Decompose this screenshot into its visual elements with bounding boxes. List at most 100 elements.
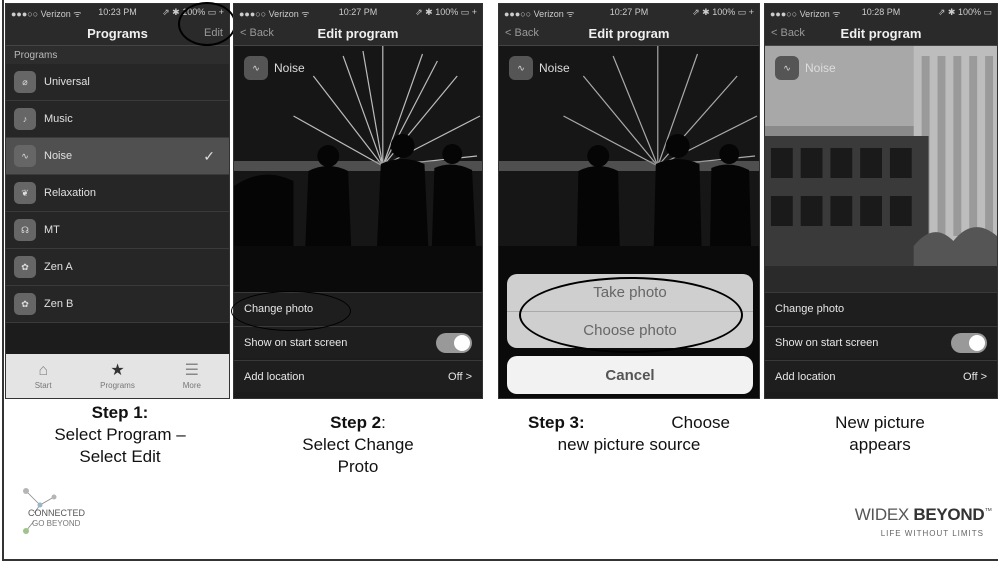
step2-heading: Step 2 [330,413,382,432]
page-title: Edit program [588,26,670,41]
show-on-start-label: Show on start screen [775,336,879,349]
program-label: Universal [44,76,90,88]
step4-line1: New picture [835,413,925,432]
step3-rest: Choose [671,413,730,432]
program-badge: ∿ Noise [775,56,836,80]
status-bar: ●●●○○ Verizon ᯤ 10:27 PM ⇗ ✱ 100% ▭ + [499,4,759,20]
tab-start[interactable]: ⌂ Start [6,354,80,398]
show-on-start-toggle[interactable] [951,332,987,353]
star-icon: ★ [110,361,125,379]
caption-step2: Step 2: Select Change Proto [258,412,458,478]
tab-label: More [182,380,201,390]
step1-heading: Step 1: [91,403,149,422]
step2-colon: : [381,413,386,432]
tab-label: Programs [100,380,135,390]
caption-step3: Step 3: Choose new picture source [518,412,740,456]
program-label: Zen B [44,298,74,310]
step2-line3: Proto [337,457,379,476]
program-item-mt[interactable]: ☊ MT [6,212,229,249]
step3-heading: Step 3: [528,413,585,432]
program-label: MT [44,224,60,236]
status-bar: ●●●○○ Verizon ᯤ 10:28 PM ⇗ ✱ 100% ▭ [765,4,997,20]
home-icon: ⌂ [38,361,48,379]
add-location-label: Add location [244,370,305,383]
cancel-button[interactable]: Cancel [507,356,753,394]
connected-logo: CONNECTED GO BEYOND [20,483,130,535]
program-name: Noise [274,61,305,75]
show-on-start-toggle[interactable] [436,332,472,353]
add-location-row[interactable]: Add location Off > [765,360,997,392]
logo-line2: GO BEYOND [32,519,81,528]
nav-bar: < Back Edit program [499,20,759,46]
status-bar: ●●●○○ Verizon ᯤ 10:27 PM ⇗ ✱ 100% ▭ + [234,4,482,20]
checkmark-icon: ✓ [203,147,215,164]
phone-new-picture: ●●●○○ Verizon ᯤ 10:28 PM ⇗ ✱ 100% ▭ < Ba… [764,3,998,399]
zen-a-icon: ✿ [14,256,36,278]
add-location-row[interactable]: Add location Off > [234,360,482,392]
program-label: Noise [44,150,73,162]
step4-line2: appears [849,435,911,454]
add-location-label: Add location [775,370,836,383]
program-list: Programs ⌀ Universal ♪ Music ∿ Noise ✓ ❦… [6,46,229,323]
relaxation-icon: ❦ [14,182,36,204]
program-label: Relaxation [44,187,96,199]
program-label: Music [44,113,73,125]
step2-line2: Select Change [302,435,414,454]
city-buildings-photo [765,46,997,292]
section-header: Programs [6,46,229,64]
zen-b-icon: ✿ [14,293,36,315]
trademark: ™ [984,506,992,516]
battery-indicator: ⇗ ✱ 100% ▭ + [415,7,477,17]
step3-line2: new picture source [557,435,701,454]
program-item-zen-b[interactable]: ✿ Zen B [6,286,229,323]
program-item-zen-a[interactable]: ✿ Zen A [6,249,229,286]
noise-icon: ∿ [244,56,268,80]
nav-bar: < Back Edit program [234,20,482,46]
highlight-circle-photo-options [519,277,743,353]
brand-widex: WIDEX [854,505,910,524]
location-value: Off > [963,370,987,383]
universal-icon: ⌀ [14,71,36,93]
phone-programs: ●●●○○ Verizon ᯤ 10:23 PM ⇗ ✱ 100% ▭ + Pr… [5,3,230,399]
phone-edit-program: ●●●○○ Verizon ᯤ 10:27 PM ⇗ ✱ 100% ▭ + < … [233,3,483,399]
tab-programs[interactable]: ★ Programs [80,354,154,398]
program-photo: ∿ Noise [765,46,997,292]
location-value: Off > [448,370,472,383]
program-item-relaxation[interactable]: ❦ Relaxation [6,175,229,212]
program-item-noise[interactable]: ∿ Noise ✓ [6,138,229,175]
brand-tagline: LIFE WITHOUT LIMITS [880,529,984,538]
program-item-universal[interactable]: ⌀ Universal [6,64,229,101]
fireworks-photo [234,46,482,292]
noise-icon: ∿ [14,145,36,167]
brand-beyond: BEYOND [913,505,985,524]
program-badge: ∿ Noise [244,56,305,80]
logo-line1: CONNECTED [28,508,86,518]
program-badge: ∿ Noise [509,56,570,80]
show-on-start-row: Show on start screen [765,326,997,358]
battery-indicator: ⇗ ✱ 100% ▭ + [692,7,754,17]
step1-line3: Select Edit [79,447,161,466]
step1-line2: Select Program – [54,425,186,444]
nav-bar: < Back Edit program [765,20,997,46]
noise-icon: ∿ [775,56,799,80]
list-icon: ☰ [184,361,199,379]
music-icon: ♪ [14,108,36,130]
highlight-circle-change-photo [231,291,351,331]
page-title: Edit program [317,26,399,41]
caption-step1: Step 1: Select Program – Select Edit [20,402,220,468]
program-name: Noise [805,61,836,75]
battery-indicator: ⇗ ✱ 100% ▭ [937,7,992,17]
change-photo-label: Change photo [775,302,845,315]
program-photo: ∿ Noise [234,46,482,292]
program-item-music[interactable]: ♪ Music [6,101,229,138]
change-photo-row[interactable]: Change photo [765,292,997,324]
tab-more[interactable]: ☰ More [155,354,229,398]
tab-bar: ⌂ Start ★ Programs ☰ More [6,354,229,398]
page-title: Edit program [840,26,922,41]
network-nodes-icon: CONNECTED GO BEYOND [23,488,86,534]
widex-logo: WIDEX BEYOND™ LIFE WITHOUT LIMITS [812,505,993,538]
tab-label: Start [34,380,52,390]
program-name: Noise [539,61,570,75]
program-label: Zen A [44,261,73,273]
highlight-circle-edit [178,2,236,46]
